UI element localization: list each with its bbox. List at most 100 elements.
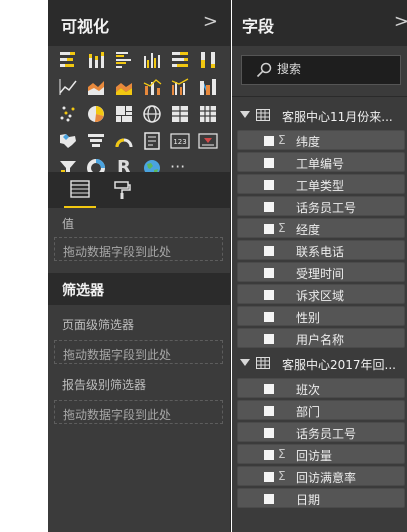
expand-collapse-icon[interactable]: [240, 359, 250, 366]
field-row[interactable]: 话务员工号: [237, 196, 405, 216]
field-label: 话务员工号: [296, 427, 357, 441]
field-table-header[interactable]: 客服中心2017年回...: [232, 354, 407, 374]
field-label: 话务员工号: [296, 201, 357, 215]
field-label: 用户名称: [296, 333, 345, 347]
field-checkbox[interactable]: [264, 428, 274, 438]
field-checkbox[interactable]: [264, 224, 274, 234]
field-label: 性别: [296, 311, 321, 325]
field-checkbox[interactable]: [264, 158, 274, 168]
fields-header: 字段 >: [232, 0, 407, 46]
collapse-fields-chevron-icon[interactable]: >: [394, 11, 407, 32]
field-table-header[interactable]: 客服中心11月份来...: [232, 106, 407, 126]
field-label: 工单编号: [296, 157, 345, 171]
kpi-icon[interactable]: [198, 131, 218, 151]
filters-header: 筛选器: [48, 273, 231, 305]
format-well-tab[interactable]: [106, 178, 138, 208]
fields-title: 字段: [242, 17, 275, 36]
field-row[interactable]: Σ 纬度: [237, 130, 405, 150]
field-label: 班次: [296, 383, 321, 397]
map-icon[interactable]: [142, 104, 162, 124]
values-well-label: 值: [62, 217, 75, 231]
field-row[interactable]: 工单类型: [237, 174, 405, 194]
field-table-name: 客服中心2017年回...: [282, 358, 396, 372]
filled-map-icon[interactable]: [58, 131, 78, 151]
visualizations-title: 可视化: [61, 17, 110, 36]
field-checkbox[interactable]: [264, 136, 274, 146]
fields-divider: [232, 96, 407, 97]
100-bar-icon[interactable]: [170, 50, 190, 70]
line-chart-icon[interactable]: [58, 77, 78, 97]
matrix-icon[interactable]: [198, 104, 218, 124]
field-checkbox[interactable]: [264, 312, 274, 322]
fields-search-box[interactable]: [241, 55, 401, 85]
field-row[interactable]: 话务员工号: [237, 422, 405, 442]
field-row[interactable]: Σ 回访满意率: [237, 466, 405, 486]
field-row[interactable]: 日期: [237, 488, 405, 508]
field-label: 联系电话: [296, 245, 345, 259]
scatter-chart-icon[interactable]: [58, 104, 78, 124]
funnel-icon[interactable]: [86, 131, 106, 151]
page-level-filters-label: 页面级筛选器: [62, 318, 135, 332]
stacked-area-icon[interactable]: [114, 77, 134, 97]
field-checkbox[interactable]: [264, 290, 274, 300]
table-icon: [256, 109, 270, 124]
expand-collapse-icon[interactable]: [240, 111, 250, 118]
line-clustered-column-icon[interactable]: [170, 77, 190, 97]
filters-title: 筛选器: [62, 283, 104, 299]
svg-text:123: 123: [173, 138, 186, 146]
field-label: 日期: [296, 493, 321, 507]
field-row[interactable]: 工单编号: [237, 152, 405, 172]
visualizations-header: 可视化 >: [48, 0, 230, 46]
table-icon[interactable]: [170, 104, 190, 124]
values-drop-zone[interactable]: 拖动数据字段到此处: [54, 237, 223, 261]
fields-search-input[interactable]: [277, 62, 387, 76]
field-label: 受理时间: [296, 267, 345, 281]
field-checkbox[interactable]: [264, 450, 274, 460]
clustered-column-icon[interactable]: [142, 50, 162, 70]
gauge-icon[interactable]: [114, 131, 134, 151]
ribbon-chart-icon[interactable]: [198, 77, 218, 97]
collapse-visualizations-chevron-icon[interactable]: >: [203, 11, 218, 32]
left-margin: [0, 0, 48, 532]
multi-row-card-icon[interactable]: [142, 131, 162, 151]
report-level-filters-drop-zone[interactable]: 拖动数据字段到此处: [54, 400, 223, 424]
field-checkbox[interactable]: [264, 202, 274, 212]
field-checkbox[interactable]: [264, 494, 274, 504]
field-row[interactable]: 诉求区域: [237, 284, 405, 304]
page-level-filters-drop-zone[interactable]: 拖动数据字段到此处: [54, 340, 223, 364]
report-level-filters-label: 报告级别筛选器: [62, 378, 147, 392]
field-checkbox[interactable]: [264, 268, 274, 278]
field-checkbox[interactable]: [264, 180, 274, 190]
field-row[interactable]: Σ 经度: [237, 218, 405, 238]
card-icon[interactable]: 123: [170, 131, 190, 151]
field-checkbox[interactable]: [264, 406, 274, 416]
field-row[interactable]: 部门: [237, 400, 405, 420]
visualizations-pane: 可视化 > 123 R ··· 值 拖动数据字段到此处 筛选器 页面级筛选器 拖动数…: [48, 0, 231, 532]
stacked-bar-icon[interactable]: [58, 50, 78, 70]
fields-well-icon: [70, 180, 90, 198]
area-chart-icon[interactable]: [86, 77, 106, 97]
table-icon: [256, 357, 270, 372]
field-row[interactable]: Σ 回访量: [237, 444, 405, 464]
treemap-icon[interactable]: [114, 104, 134, 124]
pie-chart-icon[interactable]: [86, 104, 106, 124]
field-checkbox[interactable]: [264, 384, 274, 394]
field-label: 回访量: [296, 449, 333, 463]
stacked-column-icon[interactable]: [86, 50, 106, 70]
field-row[interactable]: 受理时间: [237, 262, 405, 282]
fields-well-tab[interactable]: [64, 178, 96, 208]
field-row[interactable]: 性别: [237, 306, 405, 326]
sum-icon: Σ: [278, 133, 286, 147]
field-row[interactable]: 用户名称: [237, 328, 405, 348]
field-checkbox[interactable]: [264, 246, 274, 256]
field-row[interactable]: 联系电话: [237, 240, 405, 260]
clustered-bar-icon[interactable]: [114, 50, 134, 70]
100-column-icon[interactable]: [198, 50, 218, 70]
sum-icon: Σ: [278, 447, 286, 461]
search-icon: [256, 62, 272, 81]
field-row[interactable]: 班次: [237, 378, 405, 398]
line-column-icon[interactable]: [142, 77, 162, 97]
field-label: 诉求区域: [296, 289, 345, 303]
field-checkbox[interactable]: [264, 472, 274, 482]
field-checkbox[interactable]: [264, 334, 274, 344]
